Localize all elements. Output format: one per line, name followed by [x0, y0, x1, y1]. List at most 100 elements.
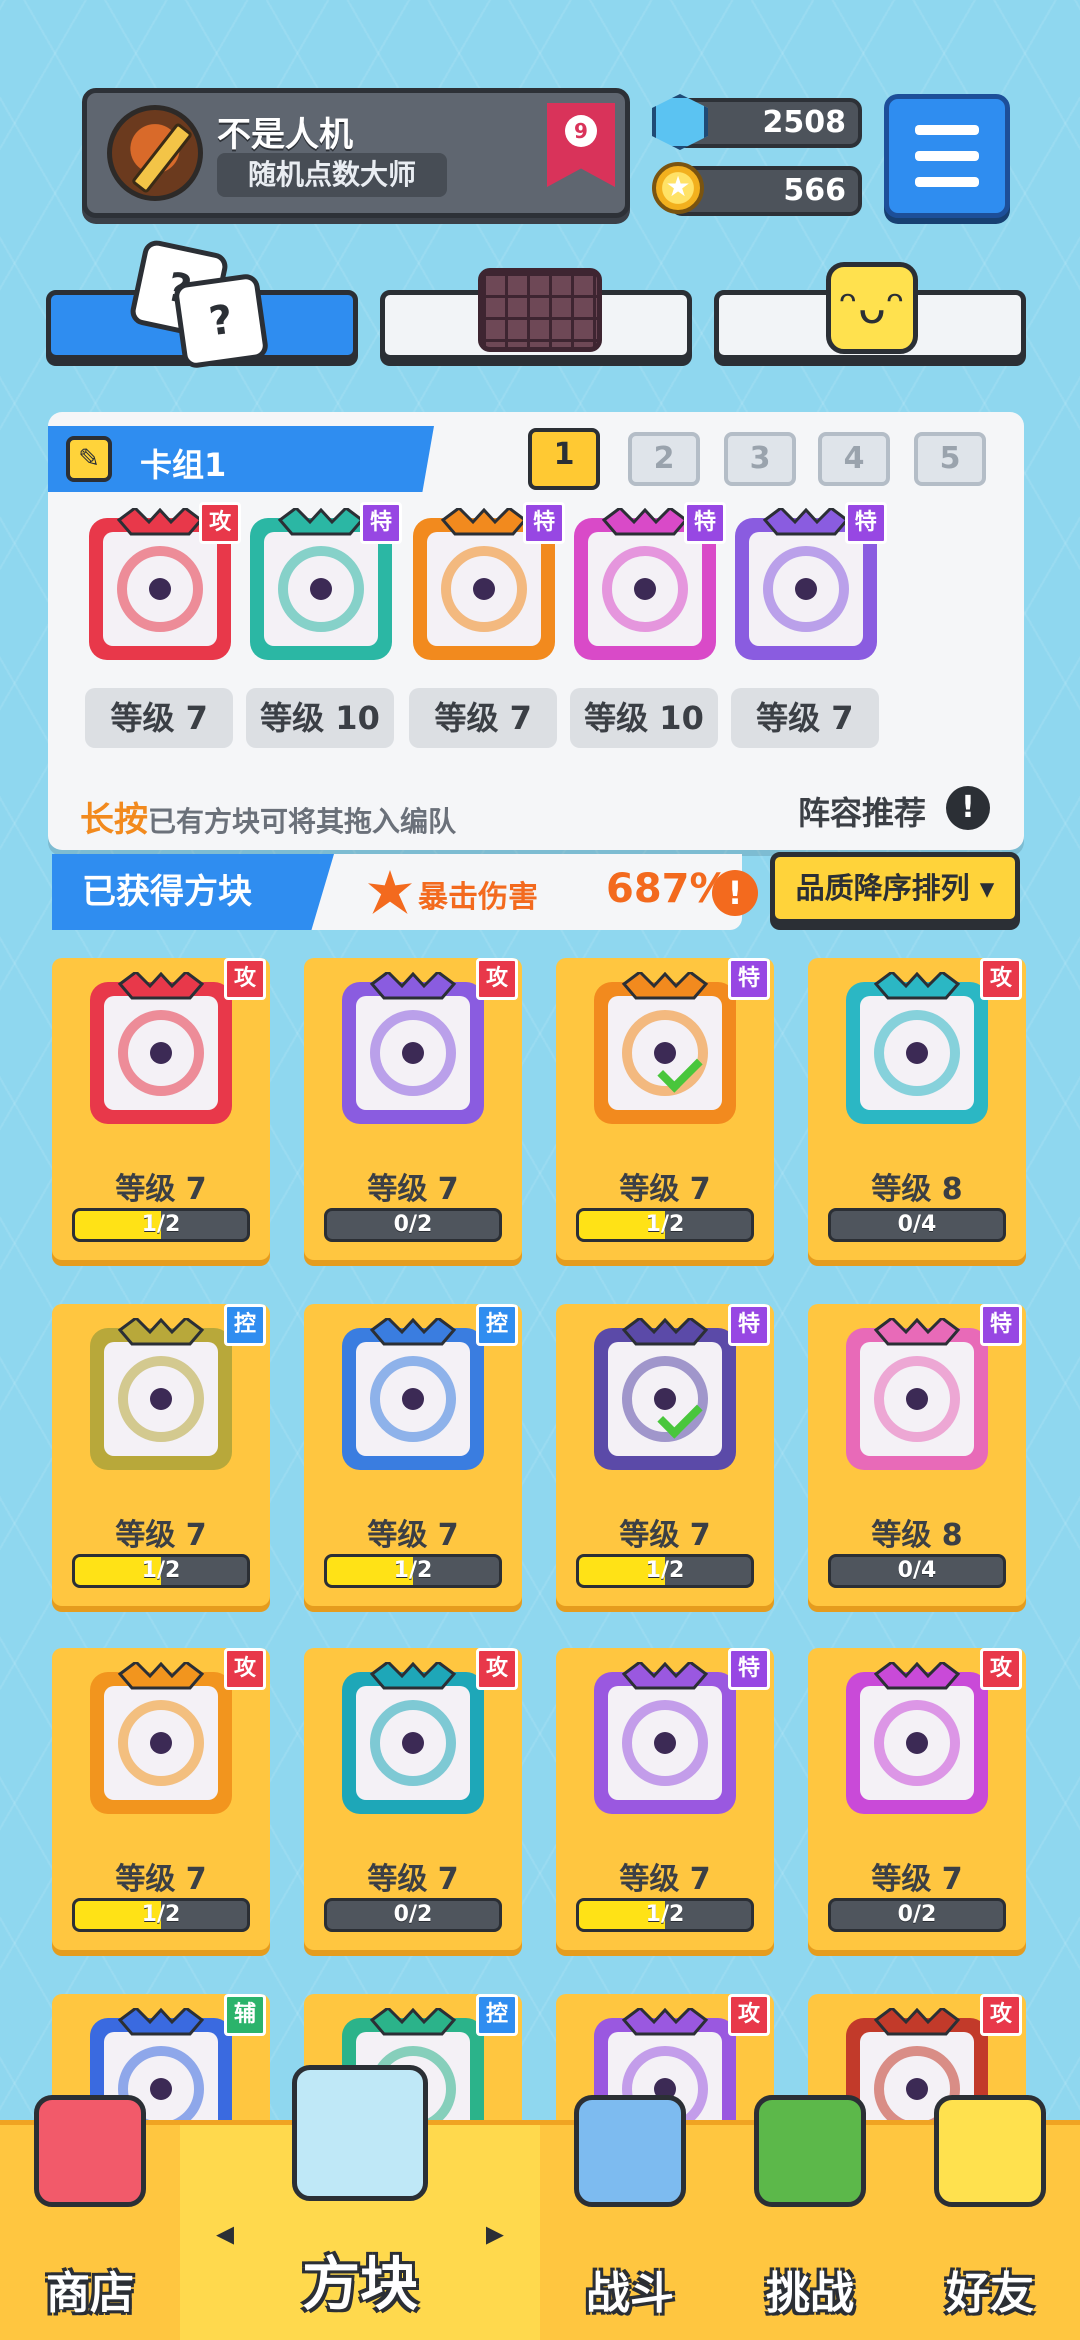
type-badge: 攻 — [728, 1994, 770, 2036]
card-level: 等级 7 — [367, 1172, 459, 1207]
block-art-icon — [846, 1318, 988, 1470]
player-name: 不是人机 — [217, 115, 353, 155]
nav-friends[interactable]: 好友 — [900, 2095, 1080, 2340]
progress-text: 0/2 — [393, 1902, 433, 1927]
deck-card[interactable]: 特 等级 7 — [725, 502, 887, 748]
deck-slot-4[interactable]: 4 — [818, 432, 890, 486]
deck-card-level: 等级 10 — [246, 688, 394, 748]
deck-slot-1[interactable]: 1 — [528, 428, 600, 490]
block-card[interactable]: 控等级 7 1/2 — [52, 1304, 270, 1606]
info-icon[interactable]: ! — [946, 786, 990, 830]
card-level: 等级 7 — [619, 1862, 711, 1897]
block-card[interactable]: 控等级 7 1/2 — [304, 1304, 522, 1606]
nav-blocks-label: 方块 — [301, 2250, 418, 2318]
type-badge: 攻 — [476, 958, 518, 1000]
lineup-recommend-button[interactable]: 阵容推荐 — [798, 788, 926, 834]
type-badge: 特 — [980, 1304, 1022, 1346]
crit-value: 687% — [606, 866, 730, 912]
deck-card[interactable]: 攻 等级 7 — [79, 502, 242, 748]
deck-panel: ✎ 卡组1 1 2 3 4 5 攻 等级 7 特 等级 10 特 等级 7 特 … — [48, 412, 1024, 850]
block-card[interactable]: 攻等级 7 0/2 — [808, 1648, 1026, 1950]
sword-shield-icon — [574, 2095, 686, 2207]
upgrade-progress-bar: 0/2 — [828, 1898, 1006, 1932]
block-card[interactable]: 攻等级 7 0/2 — [304, 958, 522, 1260]
crit-label: 暴击伤害 — [418, 880, 538, 915]
type-badge: 辅 — [224, 1994, 266, 2036]
smiley-block-icon: ᵔᴗᵔ — [826, 262, 918, 354]
nav-friends-label: 好友 — [946, 2268, 1034, 2319]
deck-slot-2[interactable]: 2 — [628, 432, 700, 486]
type-badge: 攻 — [199, 502, 242, 544]
upgrade-progress-bar: 1/2 — [72, 1898, 250, 1932]
block-art-icon — [90, 1318, 232, 1470]
type-badge: 控 — [476, 1304, 518, 1346]
type-badge: 特 — [728, 1304, 770, 1346]
progress-text: 0/4 — [897, 1558, 937, 1583]
type-badge: 攻 — [980, 1994, 1022, 2036]
rank-number: 9 — [565, 115, 597, 147]
upgrade-progress-bar: 1/2 — [576, 1554, 754, 1588]
type-badge: 攻 — [224, 1648, 266, 1690]
deck-slot-5[interactable]: 5 — [914, 432, 986, 486]
deck-slot-3[interactable]: 3 — [724, 432, 796, 486]
upgrade-progress-bar: 1/2 — [72, 1554, 250, 1588]
card-level: 等级 7 — [367, 1862, 459, 1897]
block-art-icon — [90, 972, 232, 1124]
hint-text: 已有方块可将其拖入编队 — [148, 805, 457, 838]
nav-challenge[interactable]: 挑战 — [720, 2095, 900, 2340]
deck-card-level: 等级 10 — [570, 688, 718, 748]
pencil-edit-icon[interactable]: ✎ — [66, 436, 112, 482]
block-card[interactable]: 攻等级 7 1/2 — [52, 958, 270, 1260]
player-title: 随机点数大师 — [217, 153, 447, 197]
hint-highlight: 长按 — [80, 800, 148, 840]
upgrade-progress-bar: 1/2 — [576, 1208, 754, 1242]
avatar[interactable] — [107, 105, 203, 201]
block-card[interactable]: 攻等级 7 1/2 — [52, 1648, 270, 1950]
block-card[interactable]: 攻等级 7 0/2 — [304, 1648, 522, 1950]
type-badge: 攻 — [980, 958, 1022, 1000]
profile-panel[interactable]: 不是人机 随机点数大师 9 — [82, 88, 630, 218]
upgrade-progress-bar: 1/2 — [72, 1208, 250, 1242]
progress-text: 0/2 — [897, 1902, 937, 1927]
board-icon — [478, 268, 602, 352]
progress-text: 0/4 — [897, 1212, 937, 1237]
nav-shop[interactable]: 商店 — [0, 2095, 180, 2340]
type-badge: 控 — [476, 1994, 518, 2036]
deck-card[interactable]: 特 等级 10 — [240, 502, 402, 748]
type-badge: 特 — [728, 958, 770, 1000]
type-badge: 特 — [523, 502, 566, 544]
upgrade-progress-bar: 0/4 — [828, 1554, 1006, 1588]
card-level: 等级 7 — [619, 1172, 711, 1207]
card-level: 等级 7 — [871, 1862, 963, 1897]
upgrade-progress-bar: 1/2 — [576, 1898, 754, 1932]
upgrade-progress-bar: 1/2 — [324, 1554, 502, 1588]
rank-badge-icon[interactable]: 9 — [547, 103, 615, 187]
type-badge: 控 — [224, 1304, 266, 1346]
dice-icon: ? — [172, 272, 270, 370]
nav-battle[interactable]: 战斗 — [540, 2095, 720, 2340]
block-card[interactable]: 攻等级 8 0/4 — [808, 958, 1026, 1260]
block-trophy-icon — [292, 2065, 428, 2201]
nav-battle-label: 战斗 — [586, 2268, 674, 2319]
crit-info-icon[interactable]: ! — [712, 870, 758, 916]
drag-hint: 长按已有方块可将其拖入编队 — [80, 792, 456, 841]
progress-text: 1/2 — [141, 1902, 181, 1927]
progress-text: 1/2 — [141, 1558, 181, 1583]
coin-icon: ★ — [652, 162, 704, 214]
shop-icon — [34, 2095, 146, 2207]
block-art-icon — [846, 1662, 988, 1814]
card-level: 等级 7 — [115, 1862, 207, 1897]
block-art-icon — [846, 972, 988, 1124]
block-card[interactable]: 特等级 8 0/4 — [808, 1304, 1026, 1606]
nav-blocks[interactable]: ◂ ▸ 方块 — [180, 2065, 540, 2340]
card-level: 等级 8 — [871, 1172, 963, 1207]
menu-button[interactable] — [884, 94, 1010, 218]
deck-card[interactable]: 特 等级 7 — [403, 502, 566, 748]
block-card[interactable]: 特等级 7 1/2 — [556, 1304, 774, 1606]
deck-card-level: 等级 7 — [85, 688, 234, 748]
deck-card[interactable]: 特 等级 10 — [564, 502, 726, 748]
sort-dropdown[interactable]: 品质降序排列 ▾ — [770, 852, 1020, 924]
block-card[interactable]: 特等级 7 1/2 — [556, 1648, 774, 1950]
block-card[interactable]: 特等级 7 1/2 — [556, 958, 774, 1260]
upgrade-progress-bar: 0/4 — [828, 1208, 1006, 1242]
